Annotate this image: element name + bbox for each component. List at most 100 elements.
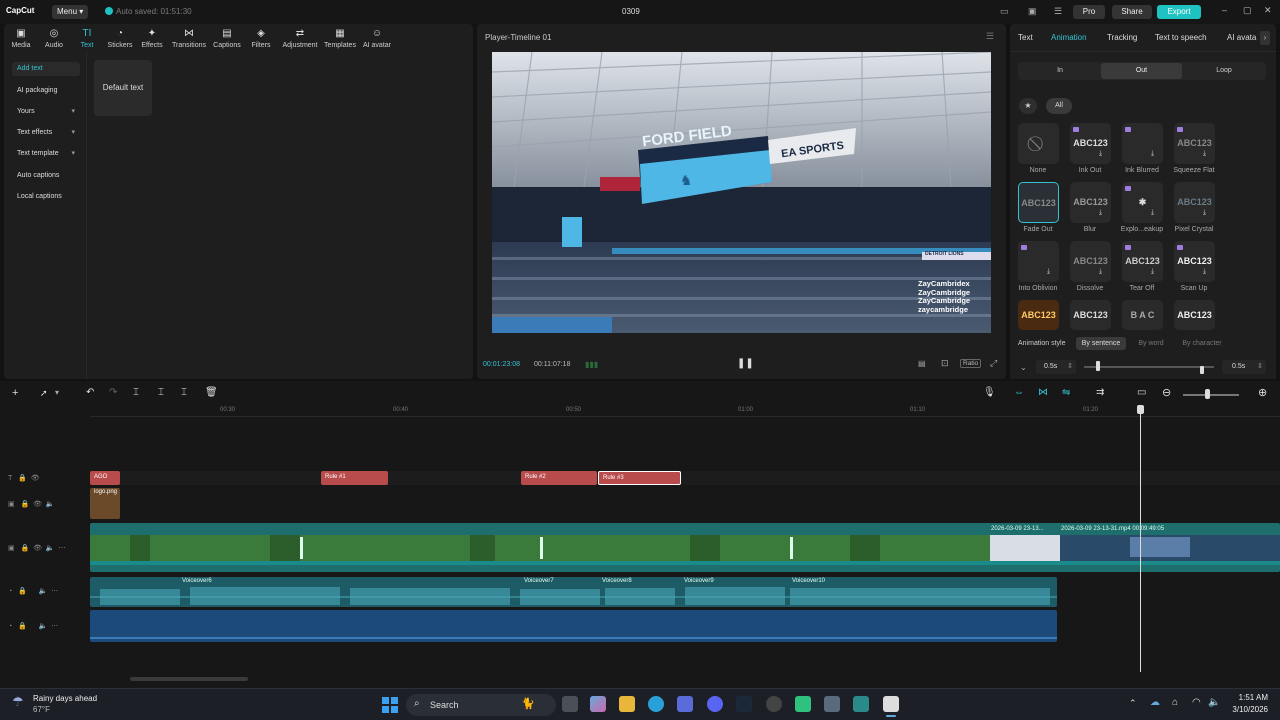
eye-icon[interactable]: 👁 [33, 545, 42, 552]
preset-row4-b[interactable]: ABC123 [1070, 300, 1111, 330]
toolbar-captions[interactable]: ▤ Captions [210, 28, 244, 49]
auto-snap-icon[interactable]: ⋈ [1038, 387, 1048, 398]
ratio-button[interactable]: Ratio [960, 359, 982, 368]
preset-blur[interactable]: ABC123 [1070, 182, 1111, 223]
menu-button[interactable]: Menu ▾ [52, 5, 88, 19]
sidebar-yours[interactable]: Yours ▾ [12, 105, 80, 119]
more-icon[interactable]: ⋯ [51, 623, 58, 630]
crop-icon[interactable]: ⊡ [941, 358, 949, 369]
lock-icon[interactable]: 🔒 [20, 501, 29, 508]
toolbar-text[interactable]: TI Text [70, 28, 104, 49]
lock-icon[interactable]: 🔒 [18, 623, 27, 630]
download-icon[interactable]: ⤓ [1203, 268, 1206, 276]
settings-icon[interactable] [824, 696, 840, 712]
download-icon[interactable]: ⤓ [1099, 209, 1102, 217]
fullscreen-icon[interactable]: ⤢ [990, 358, 997, 369]
maximize-icon[interactable]: ▢ [1243, 5, 1252, 16]
segment-out[interactable]: Out [1101, 63, 1182, 79]
discord-icon[interactable] [707, 696, 723, 712]
preset-row4-c[interactable]: B A C [1122, 300, 1163, 330]
text-clip[interactable]: Rule #1 [321, 471, 388, 485]
download-icon[interactable]: ⤓ [1151, 209, 1154, 217]
player-menu-icon[interactable]: ☰ [986, 31, 994, 42]
toolbar-ai-avatar[interactable]: ☺ AI avatar [360, 28, 394, 49]
clock-date[interactable]: 3/10/2026 [1222, 705, 1268, 714]
segment-loop[interactable]: Loop [1184, 63, 1264, 79]
style-by-character[interactable]: By character [1176, 337, 1228, 350]
minimize-icon[interactable]: – [1222, 5, 1227, 15]
timeline-ruler[interactable] [90, 403, 1280, 417]
taskbar-search[interactable]: ⌕ Search 🐈 [406, 694, 556, 716]
preset-none[interactable]: ⃠ [1018, 123, 1059, 164]
tab-text-to-speech[interactable]: Text to speech [1155, 33, 1207, 42]
more-icon[interactable]: ⋯ [51, 588, 58, 595]
preset-fade-out[interactable]: ABC123 [1018, 182, 1059, 223]
sidebar-local-captions[interactable]: Local captions [12, 190, 80, 204]
layout-icon[interactable]: ▣ [1028, 6, 1037, 17]
lock-icon[interactable]: 🔒 [18, 475, 27, 482]
duration-in-field[interactable]: 0.5s ⇕ [1036, 360, 1076, 374]
preset-pixel-crystal[interactable]: ABC123 [1174, 182, 1215, 223]
weather-title[interactable]: Rainy days ahead [33, 694, 97, 703]
delete-icon[interactable]: 🗑 [205, 387, 218, 398]
copilot-icon[interactable] [590, 696, 606, 712]
sidebar-text-template[interactable]: Text template ▾ [12, 147, 80, 161]
text-clip[interactable]: AGO [90, 471, 120, 485]
weather-rain-icon[interactable]: ☂ [12, 694, 24, 710]
pause-icon[interactable]: ❚❚ [737, 358, 754, 369]
full-quality-icon[interactable]: ▤ [918, 359, 926, 368]
duration-slider-handle-right[interactable] [1200, 366, 1204, 374]
download-icon[interactable]: ⤓ [1099, 150, 1102, 158]
split-left-icon[interactable]: ⌶ [158, 387, 164, 398]
store-icon[interactable] [677, 696, 693, 712]
chevron-down-icon[interactable]: ⌄ [1020, 363, 1027, 372]
split-right-icon[interactable]: ⌶ [181, 387, 187, 398]
speaker-icon[interactable]: 🔈 [38, 588, 47, 595]
speaker-icon[interactable]: 🔈 [38, 623, 47, 630]
undo-icon[interactable]: ↶ [86, 387, 94, 398]
chevron-up-icon[interactable]: ⌃ [1129, 698, 1137, 709]
linkage-icon[interactable]: ⇋ [1062, 387, 1070, 398]
lock-icon[interactable]: 🔒 [18, 588, 27, 595]
sidebar-text-effects[interactable]: Text effects ▾ [12, 126, 80, 140]
file-explorer-icon[interactable] [619, 696, 635, 712]
eye-icon[interactable]: 👁 [33, 501, 42, 508]
video-preview[interactable]: FORD FIELD EA SPORTS DETROIT LIONS ♞ Zay… [492, 52, 991, 333]
sidebar-add-text[interactable]: Add text [12, 62, 80, 76]
main-track-magnet-icon[interactable]: ⇔ [1014, 387, 1024, 398]
preset-row4-d[interactable]: ABC123 [1174, 300, 1215, 330]
share-button[interactable]: Share [1112, 5, 1152, 19]
taskbar-app-icon[interactable] [853, 696, 869, 712]
sticker-clip[interactable]: logo.png [90, 488, 120, 519]
download-icon[interactable]: ⤓ [1099, 268, 1102, 276]
duration-slider-handle-left[interactable] [1096, 361, 1100, 371]
pro-button[interactable]: Pro [1073, 5, 1105, 19]
redo-icon[interactable]: ↷ [109, 387, 117, 398]
task-view-icon[interactable] [562, 696, 578, 712]
tab-tracking[interactable]: Tracking [1107, 33, 1137, 42]
duration-out-field[interactable]: 0.5s ⇕ [1222, 360, 1266, 374]
zoom-in-icon[interactable]: ⊕ [1258, 386, 1267, 399]
app-icon[interactable] [795, 696, 811, 712]
favorites-star-icon[interactable]: ★ [1019, 98, 1037, 114]
zoom-slider[interactable] [1183, 394, 1239, 396]
screen-icon[interactable]: ▭ [1137, 387, 1146, 398]
toolbar-stickers[interactable]: ◔ Stickers [103, 28, 137, 49]
duration-slider-track[interactable] [1084, 366, 1214, 368]
windows-start-icon[interactable] [382, 697, 398, 713]
toolbar-audio[interactable]: ◎ Audio [37, 28, 71, 49]
tab-text[interactable]: Text [1018, 33, 1033, 42]
toolbar-filters[interactable]: ◈ Filters [244, 28, 278, 49]
tab-animation[interactable]: Animation [1051, 33, 1087, 42]
eye-icon[interactable]: 👁 [31, 475, 40, 482]
style-by-sentence[interactable]: By sentence [1076, 337, 1126, 350]
playhead[interactable] [1140, 410, 1141, 672]
volume-icon[interactable]: 🔈 [1208, 697, 1220, 708]
download-icon[interactable]: ⤓ [1203, 209, 1206, 217]
more-icon[interactable]: ⋯ [58, 545, 65, 552]
timeline-scrollbar[interactable] [130, 677, 248, 681]
github-icon[interactable] [766, 696, 782, 712]
toolbar-adjustment[interactable]: ⇄ Adjustment [280, 28, 320, 49]
default-text-card[interactable]: Default text [94, 60, 152, 116]
record-mic-icon[interactable]: 🎙 [983, 387, 996, 398]
